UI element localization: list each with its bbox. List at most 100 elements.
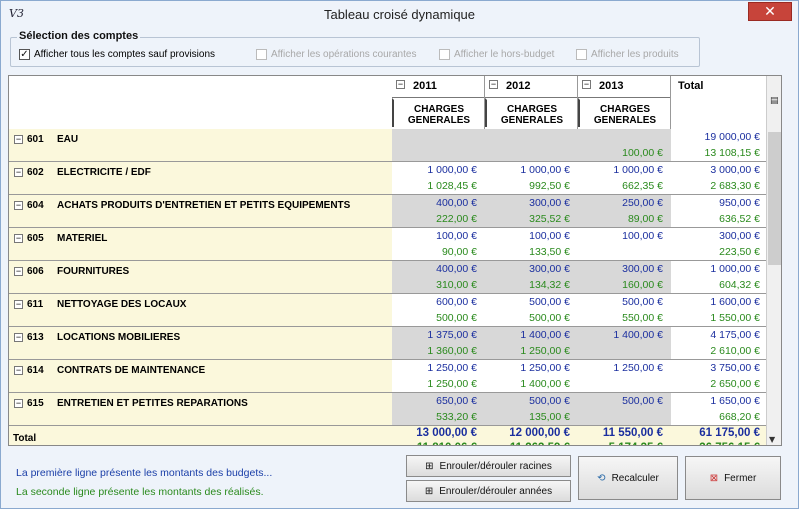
tree-expand-icon: ⊞ — [425, 460, 434, 472]
account-selection-group: Sélection des comptes ✓ Afficher tous le… — [10, 30, 700, 67]
value-cell[interactable]: 600,00 €500,00 € — [392, 294, 485, 326]
collapse-icon[interactable]: − — [14, 135, 23, 144]
legend-budget: La première ligne présente les montants … — [16, 467, 273, 479]
value-cell[interactable]: 1 000,00 €1 028,45 € — [392, 162, 485, 194]
toggle-years-button[interactable]: ⊞ Enrouler/dérouler années — [406, 480, 571, 502]
value-cell[interactable]: 100,00 € — [578, 129, 671, 161]
checkbox-products[interactable]: Afficher les produits — [576, 49, 679, 60]
group-title: Sélection des comptes — [17, 30, 141, 42]
total-cell: 13 000,00 €11 810,06 € — [392, 426, 485, 445]
value-cell[interactable]: 3 000,00 €2 683,30 € — [671, 162, 766, 194]
value-cell[interactable]: 1 600,00 €1 550,00 € — [671, 294, 766, 326]
value-cell[interactable]: 500,00 €500,00 € — [485, 294, 578, 326]
value-cell[interactable]: 1 250,00 € — [578, 360, 671, 392]
close-button[interactable]: ⊠ Fermer — [685, 456, 781, 500]
total-label: Total — [9, 426, 392, 445]
row-label[interactable]: −605 MATERIEL — [9, 228, 392, 260]
value-cell[interactable]: 1 400,00 € — [578, 327, 671, 359]
table-row[interactable]: −613 LOCATIONS MOBILIERES 1 375,00 €1 360,… — [9, 327, 766, 360]
value-cell[interactable]: 3 750,00 €2 650,00 € — [671, 360, 766, 392]
column-header-2013[interactable]: −2013 CHARGES GENERALES — [578, 76, 671, 129]
column-header-2011[interactable]: −2011 CHARGES GENERALES — [392, 76, 485, 129]
value-cell[interactable]: 300,00 €160,00 € — [578, 261, 671, 293]
collapse-icon[interactable]: − — [14, 333, 23, 342]
value-cell[interactable]: 1 400,00 €1 250,00 € — [485, 327, 578, 359]
collapse-icon[interactable]: − — [582, 80, 591, 89]
refresh-icon: ⟲ — [597, 472, 606, 484]
collapse-icon[interactable]: − — [14, 366, 23, 375]
value-cell[interactable]: 400,00 €310,00 € — [392, 261, 485, 293]
collapse-icon[interactable]: − — [14, 267, 23, 276]
collapse-icon[interactable]: − — [14, 201, 23, 210]
value-cell[interactable]: 500,00 € — [578, 393, 671, 425]
value-cell[interactable]: 500,00 €550,00 € — [578, 294, 671, 326]
collapse-icon[interactable]: − — [14, 168, 23, 177]
collapse-icon[interactable]: − — [396, 80, 405, 89]
table-row[interactable]: −606 FOURNITURES 400,00 €310,00 €300,00 €1… — [9, 261, 766, 294]
row-label[interactable]: −615 ENTRETIEN ET PETITES REPARATIONS — [9, 393, 392, 425]
column-header-2012[interactable]: −2012 CHARGES GENERALES — [485, 76, 578, 129]
value-cell[interactable]: 1 000,00 €662,35 € — [578, 162, 671, 194]
value-cell[interactable]: 100,00 €133,50 € — [485, 228, 578, 260]
value-cell[interactable]: 1 375,00 €1 360,00 € — [392, 327, 485, 359]
table-row[interactable]: −615 ENTRETIEN ET PETITES REPARATIONS 650,… — [9, 393, 766, 426]
check-icon: ✓ — [19, 49, 30, 60]
close-icon: ⊠ — [709, 472, 719, 484]
value-cell[interactable]: 1 250,00 €1 250,00 € — [392, 360, 485, 392]
tree-expand-icon: ⊞ — [424, 485, 434, 497]
checkbox-current-operations[interactable]: Afficher les opérations courantes — [256, 49, 416, 60]
value-cell[interactable]: 1 250,00 €1 400,00 € — [485, 360, 578, 392]
table-row[interactable]: −614 CONTRATS DE MAINTENANCE 1 250,00 €1 2… — [9, 360, 766, 393]
vertical-scrollbar[interactable]: ▤ ▼ — [766, 76, 781, 445]
window-title: Tableau croisé dynamique — [323, 7, 476, 22]
total-cell: 12 000,00 €11 263,59 € — [485, 426, 578, 445]
collapse-icon[interactable]: − — [14, 399, 23, 408]
value-cell[interactable]: 300,00 €325,52 € — [485, 195, 578, 227]
value-cell[interactable]: 250,00 €89,00 € — [578, 195, 671, 227]
value-cell[interactable]: 300,00 €134,32 € — [485, 261, 578, 293]
value-cell[interactable]: 1 000,00 €992,50 € — [485, 162, 578, 194]
value-cell[interactable]: 950,00 €636,52 € — [671, 195, 766, 227]
checkbox-all-accounts[interactable]: ✓ Afficher tous les comptes sauf provisi… — [19, 49, 215, 60]
value-cell[interactable] — [485, 129, 578, 161]
table-row[interactable]: −601 EAU 100,00 €19 000,00 €13 108,15 € — [9, 129, 766, 162]
row-label[interactable]: −611 NETTOYAGE DES LOCAUX — [9, 294, 392, 326]
value-cell[interactable]: 1 650,00 €668,20 € — [671, 393, 766, 425]
row-label[interactable]: −604 ACHATS PRODUITS D'ENTRETIEN ET PETIT… — [9, 195, 392, 227]
row-label[interactable]: −613 LOCATIONS MOBILIERES — [9, 327, 392, 359]
table-row[interactable]: −602 ELECTRICITE / EDF 1 000,00 €1 028,45 … — [9, 162, 766, 195]
row-label[interactable]: −602 ELECTRICITE / EDF — [9, 162, 392, 194]
value-cell[interactable]: 4 175,00 €2 610,00 € — [671, 327, 766, 359]
value-cell[interactable] — [392, 129, 485, 161]
scroll-down-icon[interactable]: ▼ — [769, 435, 775, 444]
value-cell[interactable]: 400,00 €222,00 € — [392, 195, 485, 227]
row-label[interactable]: −601 EAU — [9, 129, 392, 161]
pivot-grid[interactable]: −2011 CHARGES GENERALES −2012 CHARGES GE… — [8, 75, 782, 446]
value-cell[interactable]: 1 000,00 €604,32 € — [671, 261, 766, 293]
value-cell[interactable]: 100,00 € — [578, 228, 671, 260]
collapse-icon[interactable]: − — [489, 80, 498, 89]
recalculate-button[interactable]: ⟲ Recalculer — [578, 456, 678, 500]
value-cell[interactable]: 500,00 €135,00 € — [485, 393, 578, 425]
legend-real: La seconde ligne présente les montants d… — [16, 486, 264, 498]
title-bar: V3 Tableau croisé dynamique ✕ — [1, 1, 798, 29]
column-chooser-icon[interactable]: ▤ — [770, 96, 779, 106]
total-row: Total13 000,00 €11 810,06 €12 000,00 €11… — [9, 426, 766, 445]
table-row[interactable]: −604 ACHATS PRODUITS D'ENTRETIEN ET PETIT… — [9, 195, 766, 228]
value-cell[interactable]: 300,00 €223,50 € — [671, 228, 766, 260]
toggle-roots-button[interactable]: ⊞ Enrouler/dérouler racines — [406, 455, 571, 477]
collapse-icon[interactable]: − — [14, 234, 23, 243]
row-label[interactable]: −606 FOURNITURES — [9, 261, 392, 293]
table-row[interactable]: −605 MATERIEL 100,00 €90,00 €100,00 €133,5… — [9, 228, 766, 261]
pivot-window: V3 Tableau croisé dynamique ✕ Sélection … — [0, 0, 799, 509]
row-label[interactable]: −614 CONTRATS DE MAINTENANCE — [9, 360, 392, 392]
table-row[interactable]: −611 NETTOYAGE DES LOCAUX 600,00 €500,00 €… — [9, 294, 766, 327]
value-cell[interactable]: 100,00 €90,00 € — [392, 228, 485, 260]
total-cell: 11 550,00 €5 174,35 € — [578, 426, 671, 445]
collapse-icon[interactable]: − — [14, 300, 23, 309]
value-cell[interactable]: 19 000,00 €13 108,15 € — [671, 129, 766, 161]
window-close-button[interactable]: ✕ — [748, 2, 792, 21]
value-cell[interactable]: 650,00 €533,20 € — [392, 393, 485, 425]
scroll-thumb[interactable] — [768, 132, 781, 265]
checkbox-off-budget[interactable]: Afficher le hors-budget — [439, 49, 554, 60]
